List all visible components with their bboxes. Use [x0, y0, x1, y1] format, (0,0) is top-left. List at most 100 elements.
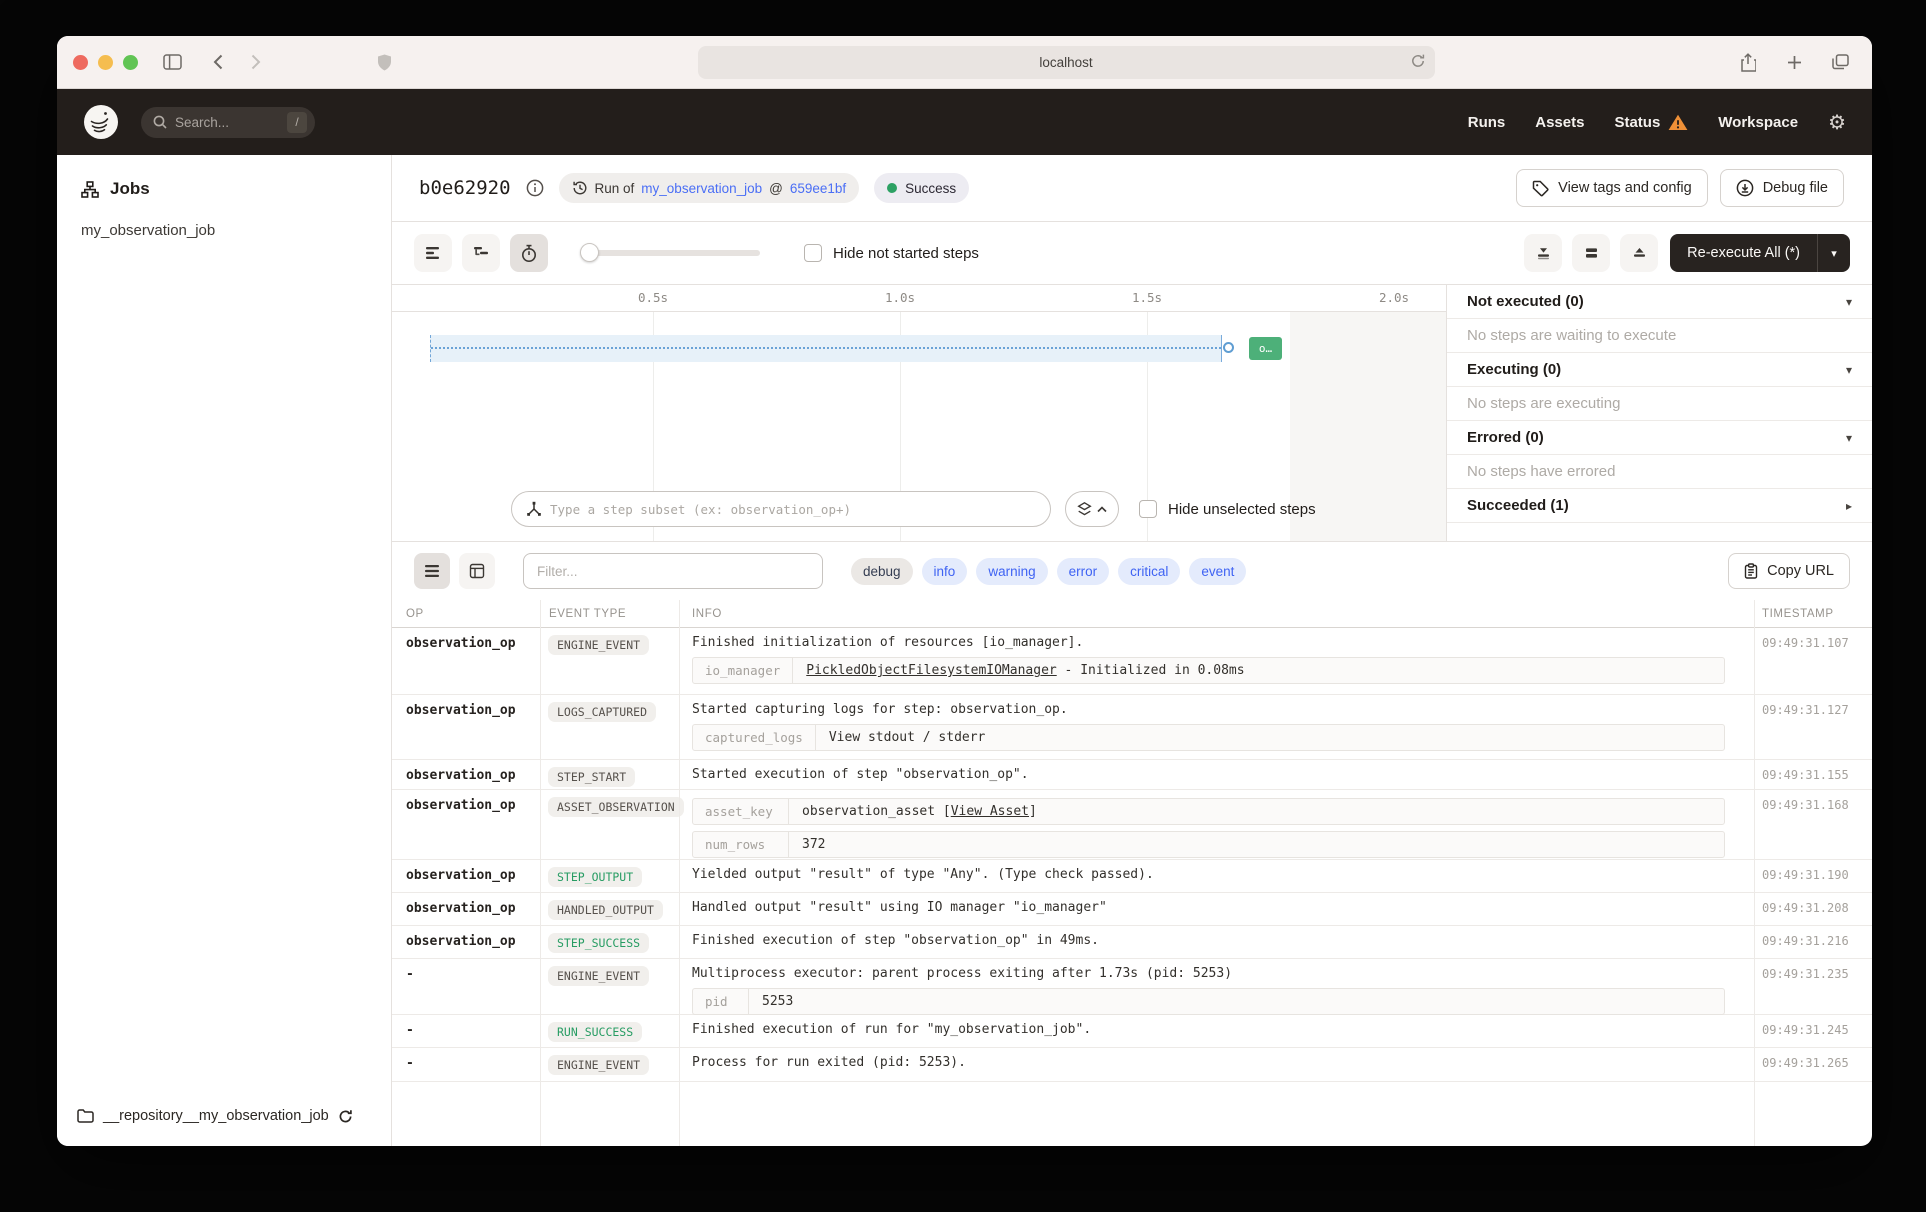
column-divider	[679, 600, 680, 1146]
timestamp[interactable]: 09:49:31.107	[1749, 628, 1872, 694]
step-status-panel: Not executed (0) ▾ No steps are waiting …	[1446, 285, 1872, 541]
timed-view-icon[interactable]	[510, 234, 548, 272]
refresh-icon[interactable]	[338, 1109, 353, 1124]
timestamp[interactable]: 09:49:31.235	[1749, 959, 1872, 1014]
browser-toolbar: localhost	[57, 36, 1872, 89]
log-row[interactable]: observation_op ENGINE_EVENT Finished ini…	[392, 628, 1872, 695]
at-symbol: @	[769, 181, 783, 196]
level-chip-info[interactable]: info	[922, 558, 968, 585]
run-status-label: Success	[905, 181, 956, 196]
section-executing[interactable]: Executing (0) ▾	[1447, 353, 1872, 387]
log-list-view-icon[interactable]	[414, 553, 450, 589]
window-controls	[73, 55, 138, 70]
log-message: Finished execution of step "observation_…	[692, 933, 1735, 948]
zoom-slider[interactable]	[582, 250, 760, 256]
timestamp[interactable]: 09:49:31.245	[1749, 1015, 1872, 1047]
search-icon	[153, 115, 167, 129]
reexecute-split-button: Re-execute All (*) ▾	[1670, 234, 1850, 272]
split-panels-icon[interactable]	[1572, 234, 1610, 272]
log-row[interactable]: - ENGINE_EVENT Multiprocess executor: pa…	[392, 959, 1872, 1015]
view-asset-link[interactable]: View Asset	[951, 804, 1029, 819]
address-bar[interactable]: localhost	[698, 46, 1435, 79]
job-link[interactable]: my_observation_job	[641, 181, 762, 196]
hide-not-started-checkbox[interactable]	[804, 244, 822, 262]
waterfall-view-icon[interactable]	[462, 234, 500, 272]
log-row[interactable]: - RUN_SUCCESS Finished execution of run …	[392, 1015, 1872, 1048]
nav-assets[interactable]: Assets	[1535, 114, 1584, 131]
level-chip-critical[interactable]: critical	[1118, 558, 1180, 585]
log-structured-view-icon[interactable]	[459, 553, 495, 589]
stdout-stderr-link[interactable]: View stdout / stderr	[816, 725, 999, 750]
debug-file-button[interactable]: Debug file	[1720, 169, 1844, 207]
new-tab-icon[interactable]	[1778, 48, 1810, 76]
log-filter-input[interactable]	[523, 553, 823, 589]
app-header: Search... / Runs Assets Status Workspace…	[57, 89, 1872, 155]
collapse-up-icon[interactable]	[1620, 234, 1658, 272]
zoom-slider-thumb[interactable]	[580, 243, 599, 262]
timestamp[interactable]: 09:49:31.216	[1749, 926, 1872, 958]
reload-icon[interactable]	[1410, 53, 1426, 69]
view-tags-config-button[interactable]: View tags and config	[1516, 169, 1708, 207]
hide-unselected-checkbox[interactable]	[1139, 500, 1157, 518]
nav-runs[interactable]: Runs	[1468, 114, 1506, 131]
step-subset-input[interactable]	[550, 502, 1036, 517]
log-row[interactable]: observation_op LOGS_CAPTURED Started cap…	[392, 695, 1872, 760]
event-type-badge: STEP_SUCCESS	[548, 933, 649, 953]
flat-view-icon[interactable]	[414, 234, 452, 272]
timestamp[interactable]: 09:49:31.168	[1749, 790, 1872, 859]
section-message: No steps have errored	[1447, 455, 1872, 489]
log-row[interactable]: observation_op STEP_SUCCESS Finished exe…	[392, 926, 1872, 959]
nav-workspace[interactable]: Workspace	[1718, 114, 1798, 131]
event-log-section: debug info warning error critical event …	[392, 541, 1872, 1146]
global-search[interactable]: Search... /	[141, 107, 315, 138]
step-bar-observation-op[interactable]: o…	[1249, 337, 1282, 360]
back-icon[interactable]	[202, 48, 234, 76]
section-succeeded[interactable]: Succeeded (1) ▸	[1447, 489, 1872, 523]
axis-tick: 1.0s	[885, 290, 915, 305]
copy-url-button[interactable]: Copy URL	[1728, 553, 1850, 589]
history-clock-icon	[572, 180, 588, 196]
commit-link[interactable]: 659ee1bf	[790, 181, 846, 196]
tab-overview-icon[interactable]	[1824, 48, 1856, 76]
sidebar-item-job[interactable]: my_observation_job	[57, 213, 391, 248]
tag-icon	[1532, 180, 1549, 197]
nav-status[interactable]: Status	[1614, 114, 1688, 131]
collapse-down-icon[interactable]	[1524, 234, 1562, 272]
info-icon[interactable]	[526, 179, 544, 197]
log-row[interactable]: observation_op STEP_START Started execut…	[392, 760, 1872, 790]
log-row[interactable]: observation_op STEP_OUTPUT Yielded outpu…	[392, 860, 1872, 893]
log-row[interactable]: observation_op ASSET_OBSERVATION asset_k…	[392, 790, 1872, 860]
log-row[interactable]: observation_op HANDLED_OUTPUT Handled ou…	[392, 893, 1872, 926]
timestamp[interactable]: 09:49:31.190	[1749, 860, 1872, 892]
layers-button[interactable]	[1065, 491, 1119, 527]
reexecute-dropdown-caret[interactable]: ▾	[1817, 234, 1850, 272]
close-window-button[interactable]	[73, 55, 88, 70]
event-log-table: OP EVENT TYPE INFO TIMESTAMP observation…	[392, 600, 1872, 1146]
timestamp[interactable]: 09:49:31.155	[1749, 760, 1872, 789]
jobs-sidebar: Jobs my_observation_job __repository__my…	[57, 155, 392, 1146]
log-row[interactable]: - ENGINE_EVENT Process for run exited (p…	[392, 1048, 1872, 1082]
forward-icon[interactable]	[240, 48, 272, 76]
sidebar-toggle-icon[interactable]	[156, 48, 188, 76]
timestamp[interactable]: 09:49:31.265	[1749, 1048, 1872, 1081]
event-type-badge: HANDLED_OUTPUT	[548, 900, 663, 920]
io-manager-link[interactable]: PickledObjectFilesystemIOManager	[806, 663, 1056, 678]
level-chip-event[interactable]: event	[1189, 558, 1246, 585]
level-chip-debug[interactable]: debug	[851, 558, 913, 585]
minimize-window-button[interactable]	[98, 55, 113, 70]
event-type-badge: STEP_OUTPUT	[548, 867, 642, 887]
section-not-executed[interactable]: Not executed (0) ▾	[1447, 285, 1872, 319]
level-chip-error[interactable]: error	[1057, 558, 1110, 585]
zoom-window-button[interactable]	[123, 55, 138, 70]
event-type-badge: STEP_START	[548, 767, 635, 787]
top-nav: Runs Assets Status Workspace ⚙	[1468, 110, 1846, 134]
level-chip-warning[interactable]: warning	[976, 558, 1047, 585]
share-icon[interactable]	[1732, 48, 1764, 76]
dagster-logo[interactable]	[83, 104, 119, 140]
timestamp[interactable]: 09:49:31.127	[1749, 695, 1872, 759]
reexecute-all-button[interactable]: Re-execute All (*)	[1670, 234, 1817, 272]
settings-gear-icon[interactable]: ⚙	[1828, 110, 1846, 134]
success-dot-icon	[887, 183, 897, 193]
section-errored[interactable]: Errored (0) ▾	[1447, 421, 1872, 455]
timestamp[interactable]: 09:49:31.208	[1749, 893, 1872, 925]
